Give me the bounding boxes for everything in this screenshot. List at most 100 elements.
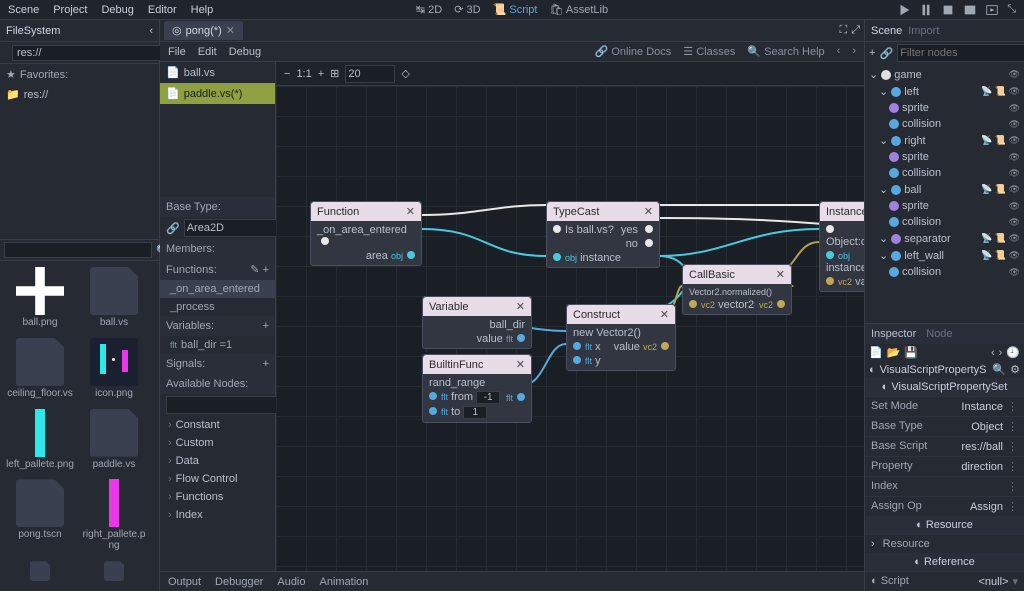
insp-row[interactable]: Propertydirection⋮ xyxy=(865,456,1024,476)
menu-project[interactable]: Project xyxy=(53,4,87,16)
zoom-reset[interactable]: 1:1 xyxy=(296,68,311,80)
file-thumb[interactable] xyxy=(6,561,74,585)
file-thumb[interactable]: right_pallete.png xyxy=(80,479,148,555)
scene-tree-item[interactable]: sprite👁 xyxy=(865,100,1024,116)
var-item[interactable]: flt ball_dir =1 xyxy=(160,336,275,354)
close-tab-icon[interactable]: ✕ xyxy=(226,24,235,37)
avail-item[interactable]: Custom xyxy=(160,434,275,452)
add-signal-icon[interactable]: + xyxy=(263,358,269,370)
menu-help[interactable]: Help xyxy=(191,4,214,16)
nav-next-icon[interactable]: › xyxy=(852,45,856,58)
bottom-output[interactable]: Output xyxy=(168,576,201,588)
menu-scene[interactable]: Scene xyxy=(8,4,39,16)
scene-tree-item[interactable]: collision👁 xyxy=(865,116,1024,132)
menu-edit[interactable]: Edit xyxy=(198,46,217,58)
tab-3d[interactable]: ⟳ 3D xyxy=(454,3,480,16)
node-function[interactable]: Function✕ _on_area_entered area obj xyxy=(310,201,422,266)
file-thumb[interactable]: paddle.vs xyxy=(80,409,148,474)
folder-root[interactable]: 📁 res:// xyxy=(0,85,159,104)
history-icon[interactable]: 🕘 xyxy=(1006,346,1020,359)
file-thumb[interactable]: ceiling_floor.vs xyxy=(6,338,74,403)
node-builtinfunc[interactable]: BuiltinFunc✕ rand_range flt from flt flt… xyxy=(422,354,532,423)
bottom-debugger[interactable]: Debugger xyxy=(215,576,263,588)
scene-tree-item[interactable]: ⌄game👁 xyxy=(865,66,1024,83)
menu-debug2[interactable]: Debug xyxy=(229,46,261,58)
insp-row[interactable]: ›Resource xyxy=(865,534,1024,553)
collapse-icon[interactable]: ⤡ xyxy=(1007,3,1016,17)
scene-tree-item[interactable]: collision👁 xyxy=(865,165,1024,181)
avail-item[interactable]: Functions xyxy=(160,488,275,506)
nav-prev-icon[interactable]: ‹ xyxy=(837,45,841,58)
tab-2d[interactable]: ↹ 2D xyxy=(416,3,442,16)
import-tab[interactable]: Import xyxy=(908,25,939,37)
close-icon[interactable]: ✕ xyxy=(406,205,415,218)
bottom-animation[interactable]: Animation xyxy=(320,576,369,588)
file-thumb[interactable]: left_pallete.png xyxy=(6,409,74,474)
file-thumb[interactable]: pong.tscn xyxy=(6,479,74,555)
avail-item[interactable]: Flow Control xyxy=(160,470,275,488)
scene-tree-item[interactable]: collision👁 xyxy=(865,264,1024,280)
node-callbasic[interactable]: CallBasic✕ Vector2.normalized() vc2 vect… xyxy=(682,264,792,315)
props-icon[interactable]: ⚙ xyxy=(1010,363,1020,376)
script-item[interactable]: 📄 paddle.vs(*) xyxy=(160,83,275,104)
add-var-icon[interactable]: + xyxy=(263,320,269,332)
scene-tree-item[interactable]: ⌄right📡 📜 👁 xyxy=(865,132,1024,149)
classes[interactable]: ☰ Classes xyxy=(683,45,735,58)
tab-assetlib[interactable]: 🛍 AssetLib xyxy=(549,3,608,16)
zoom-in-icon[interactable]: + xyxy=(318,68,324,80)
file-thumb[interactable]: icon.png xyxy=(80,338,148,403)
path-input[interactable] xyxy=(12,45,164,61)
insp-row[interactable]: Index⋮ xyxy=(865,476,1024,496)
node-instanceset[interactable]: InstanceSet✕ Object:direction obj instan… xyxy=(819,201,864,292)
snap-icon[interactable]: ⊞ xyxy=(330,67,339,80)
node-typecast[interactable]: TypeCast✕ Is ball.vs?yes no obj instance xyxy=(546,201,660,268)
close-icon[interactable]: ✕ xyxy=(516,358,525,371)
filter-nodes-input[interactable] xyxy=(897,44,1024,62)
func-item[interactable]: _process xyxy=(160,298,275,316)
menu-file[interactable]: File xyxy=(168,46,186,58)
file-thumb[interactable] xyxy=(80,561,148,585)
history-fwd-icon[interactable]: › xyxy=(999,347,1003,359)
close-icon[interactable]: ✕ xyxy=(644,205,653,218)
grid-stepper-icon[interactable]: ◇ xyxy=(401,67,409,80)
close-icon[interactable]: ✕ xyxy=(776,268,785,281)
avail-item[interactable]: Constant xyxy=(160,416,275,434)
scene-tree-item[interactable]: ⌄separator📡 📜 👁 xyxy=(865,230,1024,247)
insp-row[interactable]: Set ModeInstance⋮ xyxy=(865,396,1024,416)
from-input[interactable] xyxy=(476,391,500,404)
avail-item[interactable]: Data xyxy=(160,452,275,470)
scene-tab[interactable]: Scene xyxy=(871,25,902,37)
avail-item[interactable]: Index xyxy=(160,506,275,524)
grid-input[interactable] xyxy=(345,65,395,83)
file-search-input[interactable] xyxy=(4,242,152,258)
node-tab[interactable]: Node xyxy=(926,328,952,340)
func-item[interactable]: _on_area_entered xyxy=(160,280,275,298)
save-resource-icon[interactable]: 💾 xyxy=(904,346,918,359)
bottom-audio[interactable]: Audio xyxy=(277,576,305,588)
node-variable[interactable]: Variable✕ ball_dir value flt xyxy=(422,296,532,349)
play-custom-icon[interactable] xyxy=(985,3,999,17)
link-icon[interactable]: 🔗 xyxy=(879,47,893,60)
scene-tree-item[interactable]: ⌄left📡 📜 👁 xyxy=(865,83,1024,100)
insp-row[interactable]: Base Scriptres://ball⋮ xyxy=(865,436,1024,456)
play-scene-icon[interactable] xyxy=(963,3,977,17)
scene-tree-item[interactable]: ⌄ball📡 📜 👁 xyxy=(865,181,1024,198)
pause-icon[interactable] xyxy=(919,3,933,17)
close-icon[interactable]: ✕ xyxy=(660,308,669,321)
scene-tree-item[interactable]: sprite👁 xyxy=(865,149,1024,165)
file-thumb[interactable]: ball.png xyxy=(6,267,74,332)
scene-tree-item[interactable]: ⌄left_wall📡 📜 👁 xyxy=(865,247,1024,264)
insp-row[interactable]: Assign OpAssign⋮ xyxy=(865,496,1024,516)
history-back-icon[interactable]: ‹ xyxy=(991,347,995,359)
new-resource-icon[interactable]: 📄 xyxy=(869,346,883,359)
script-item[interactable]: 📄 ball.vs xyxy=(160,62,275,83)
menu-debug[interactable]: Debug xyxy=(101,4,133,16)
search-icon[interactable]: 🔍 xyxy=(992,363,1006,376)
scene-tree-item[interactable]: sprite👁 xyxy=(865,198,1024,214)
to-input[interactable] xyxy=(463,406,487,419)
expand-icon[interactable]: ⤢ xyxy=(851,24,860,37)
graph-canvas[interactable]: Function✕ _on_area_entered area obj Type… xyxy=(276,86,864,571)
zoom-out-icon[interactable]: − xyxy=(284,68,290,80)
scene-tab[interactable]: ◎ pong(*) ✕ xyxy=(164,21,243,40)
add-node-icon[interactable]: + xyxy=(869,47,875,59)
